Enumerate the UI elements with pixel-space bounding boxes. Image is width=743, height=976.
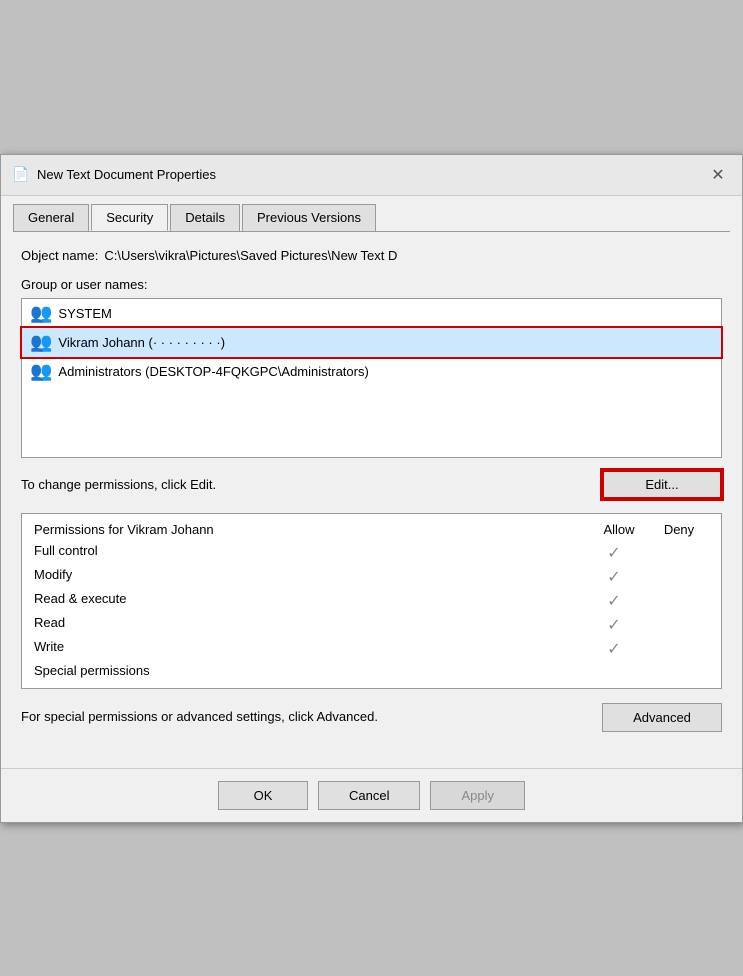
perm-special-label: Special permissions bbox=[34, 663, 589, 678]
perm-row-modify: Modify ✓ bbox=[34, 565, 709, 589]
object-name-value: C:\Users\vikra\Pictures\Saved Pictures\N… bbox=[104, 248, 397, 263]
perm-read-label: Read bbox=[34, 615, 589, 635]
perm-full-control-allow: ✓ bbox=[589, 543, 639, 563]
object-name-label: Object name: bbox=[21, 248, 98, 263]
tabs-bar: General Security Details Previous Versio… bbox=[1, 196, 742, 231]
perm-row-special: Special permissions bbox=[34, 661, 709, 680]
perm-row-write: Write ✓ bbox=[34, 637, 709, 661]
advanced-text: For special permissions or advanced sett… bbox=[21, 708, 378, 726]
admins-user-icon: 👥 bbox=[30, 361, 52, 382]
perm-read-execute-label: Read & execute bbox=[34, 591, 589, 611]
perm-read-deny bbox=[649, 615, 699, 635]
permissions-section: Permissions for Vikram Johann Allow Deny… bbox=[21, 513, 722, 689]
vikram-user-icon: 👥 bbox=[30, 332, 52, 353]
properties-dialog: 📄 New Text Document Properties ✕ General… bbox=[0, 154, 743, 823]
permissions-title: Permissions for Vikram Johann bbox=[34, 522, 589, 537]
change-perm-label: To change permissions, click Edit. bbox=[21, 477, 216, 492]
permissions-header-row: Permissions for Vikram Johann Allow Deny bbox=[34, 522, 709, 541]
object-name-row: Object name: C:\Users\vikra\Pictures\Sav… bbox=[21, 248, 722, 263]
perm-row-read: Read ✓ bbox=[34, 613, 709, 637]
edit-button[interactable]: Edit... bbox=[602, 470, 722, 499]
change-permissions-row: To change permissions, click Edit. Edit.… bbox=[21, 470, 722, 499]
users-list: 👥 SYSTEM 👥 Vikram Johann (· · · · · · · … bbox=[21, 298, 722, 458]
ok-button[interactable]: OK bbox=[218, 781, 308, 810]
perm-modify-label: Modify bbox=[34, 567, 589, 587]
apply-button[interactable]: Apply bbox=[430, 781, 525, 810]
admins-user-name: Administrators (DESKTOP-4FQKGPC\Administ… bbox=[58, 364, 368, 379]
title-bar: 📄 New Text Document Properties ✕ bbox=[1, 155, 742, 196]
tab-previous-versions[interactable]: Previous Versions bbox=[242, 204, 376, 231]
cancel-button[interactable]: Cancel bbox=[318, 781, 420, 810]
perm-read-execute-allow: ✓ bbox=[589, 591, 639, 611]
perm-read-allow: ✓ bbox=[589, 615, 639, 635]
system-user-icon: 👥 bbox=[30, 303, 52, 324]
advanced-row: For special permissions or advanced sett… bbox=[21, 703, 722, 732]
perm-full-control-deny bbox=[649, 543, 699, 563]
dialog-title: New Text Document Properties bbox=[37, 167, 216, 182]
deny-column-header: Deny bbox=[649, 522, 709, 537]
user-item-system[interactable]: 👥 SYSTEM bbox=[22, 299, 721, 328]
dialog-footer: OK Cancel Apply bbox=[1, 768, 742, 822]
title-bar-left: 📄 New Text Document Properties bbox=[13, 167, 216, 183]
perm-modify-allow: ✓ bbox=[589, 567, 639, 587]
user-item-admins[interactable]: 👥 Administrators (DESKTOP-4FQKGPC\Admini… bbox=[22, 357, 721, 386]
close-button[interactable]: ✕ bbox=[706, 163, 730, 187]
perm-special-allow bbox=[589, 663, 639, 678]
tab-content: Object name: C:\Users\vikra\Pictures\Sav… bbox=[1, 232, 742, 768]
perm-write-label: Write bbox=[34, 639, 589, 659]
user-item-vikram[interactable]: 👥 Vikram Johann (· · · · · · · · ·) bbox=[22, 328, 721, 357]
document-icon: 📄 bbox=[13, 167, 29, 183]
advanced-button[interactable]: Advanced bbox=[602, 703, 722, 732]
perm-row-full-control: Full control ✓ bbox=[34, 541, 709, 565]
perm-special-deny bbox=[649, 663, 699, 678]
perm-write-deny bbox=[649, 639, 699, 659]
perm-row-read-execute: Read & execute ✓ bbox=[34, 589, 709, 613]
perm-modify-deny bbox=[649, 567, 699, 587]
tab-general[interactable]: General bbox=[13, 204, 89, 231]
tab-details[interactable]: Details bbox=[170, 204, 240, 231]
tab-security[interactable]: Security bbox=[91, 204, 168, 231]
allow-column-header: Allow bbox=[589, 522, 649, 537]
perm-full-control-label: Full control bbox=[34, 543, 589, 563]
group-section-label: Group or user names: bbox=[21, 277, 722, 292]
perm-write-allow: ✓ bbox=[589, 639, 639, 659]
system-user-name: SYSTEM bbox=[58, 306, 111, 321]
vikram-user-name: Vikram Johann (· · · · · · · · ·) bbox=[58, 335, 225, 350]
perm-read-execute-deny bbox=[649, 591, 699, 611]
